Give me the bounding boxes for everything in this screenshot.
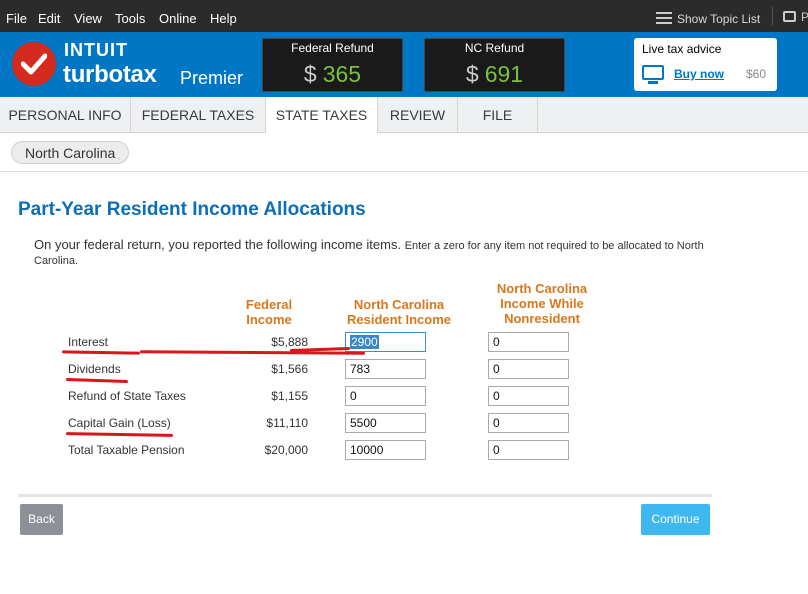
turbotax-wordmark: turbotax bbox=[63, 61, 157, 88]
row-label-total-taxable-pension: Total Taxable Pension bbox=[68, 443, 185, 457]
menu-help[interactable]: Help bbox=[210, 0, 237, 32]
content-divider bbox=[18, 494, 712, 497]
resident-input-interest[interactable]: 2900 bbox=[345, 332, 426, 352]
menu-divider bbox=[772, 7, 773, 25]
state-pill-north-carolina[interactable]: North Carolina bbox=[11, 141, 130, 164]
currency-symbol: $ bbox=[303, 61, 317, 87]
back-button[interactable]: Back bbox=[20, 504, 63, 535]
federal-value-dividends: $1,566 bbox=[271, 362, 308, 376]
menu-tools[interactable]: Tools bbox=[115, 0, 145, 32]
tab-review[interactable]: REVIEW bbox=[378, 97, 458, 133]
live-tax-advice-box: Live tax advice Buy now $60 bbox=[634, 38, 777, 91]
menu-file[interactable]: File bbox=[6, 0, 27, 32]
nonresident-input-total-taxable-pension[interactable]: 0 bbox=[488, 440, 569, 460]
live-advice-price: $60 bbox=[746, 67, 767, 81]
page-title: Part-Year Resident Income Allocations bbox=[18, 199, 366, 220]
tab-state-taxes[interactable]: STATE TAXES bbox=[266, 97, 378, 134]
intro-main: On your federal return, you reported the… bbox=[34, 237, 402, 252]
row-label-capital-gain: Capital Gain (Loss) bbox=[68, 416, 171, 430]
list-icon bbox=[656, 12, 672, 24]
menu-bar: File Edit View Tools Online Help Show To… bbox=[0, 0, 808, 32]
federal-value-interest: $5,888 bbox=[271, 335, 308, 349]
tab-federal-taxes[interactable]: FEDERAL TAXES bbox=[131, 97, 266, 133]
state-refund-amount: 691 bbox=[484, 61, 524, 87]
column-header-resident-income: North Carolina Resident Income bbox=[346, 297, 452, 327]
show-topic-list-button[interactable]: Show Topic List bbox=[656, 0, 760, 32]
show-topic-list-label: Show Topic List bbox=[677, 12, 761, 26]
continue-button[interactable]: Continue bbox=[641, 504, 710, 535]
resident-input-capital-gain[interactable]: 5500 bbox=[345, 413, 426, 433]
row-label-dividends: Dividends bbox=[68, 362, 121, 376]
nonresident-input-capital-gain[interactable]: 0 bbox=[488, 413, 569, 433]
turbotax-checkmark-logo bbox=[12, 42, 56, 86]
column-header-nonresident-income: North Carolina Income While Nonresident bbox=[496, 281, 588, 326]
state-refund-label: NC Refund bbox=[464, 41, 525, 55]
print-icon[interactable] bbox=[783, 11, 796, 22]
main-tabs: PERSONAL INFO FEDERAL TAXES STATE TAXES … bbox=[0, 97, 808, 134]
resident-value-interest: 2900 bbox=[350, 335, 379, 349]
column-header-federal-income: Federal Income bbox=[245, 297, 293, 327]
resident-input-total-taxable-pension[interactable]: 10000 bbox=[345, 440, 426, 460]
nonresident-input-dividends[interactable]: 0 bbox=[488, 359, 569, 379]
state-refund-amount-row: $691 bbox=[425, 61, 564, 88]
tab-personal-info[interactable]: PERSONAL INFO bbox=[0, 97, 131, 133]
federal-value-refund-of-state-taxes: $1,155 bbox=[271, 389, 308, 403]
federal-value-total-taxable-pension: $20,000 bbox=[264, 443, 308, 457]
menu-view[interactable]: View bbox=[74, 0, 102, 32]
annotation-underline-interest bbox=[61, 350, 141, 355]
brand-header: INTUIT turbotax Premier Federal Refund $… bbox=[0, 32, 808, 97]
state-refund-meter: NC Refund $691 bbox=[424, 38, 565, 92]
federal-refund-amount: 365 bbox=[322, 61, 362, 87]
annotation-underline-interest-extension bbox=[139, 350, 366, 355]
nonresident-input-interest[interactable]: 0 bbox=[488, 332, 569, 352]
annotation-underline-dividends bbox=[65, 377, 129, 384]
row-label-refund-of-state-taxes: Refund of State Taxes bbox=[68, 389, 186, 403]
row-label-interest: Interest bbox=[68, 335, 109, 349]
resident-input-refund-of-state-taxes[interactable]: 0 bbox=[345, 386, 426, 406]
currency-symbol: $ bbox=[465, 61, 479, 87]
annotation-underline-capital-gain bbox=[65, 432, 174, 437]
print-label[interactable]: P bbox=[801, 11, 808, 23]
live-tax-advice-title: Live tax advice bbox=[642, 42, 722, 56]
federal-refund-meter: Federal Refund $365 bbox=[262, 38, 403, 92]
menu-edit[interactable]: Edit bbox=[38, 0, 60, 32]
federal-refund-amount-row: $365 bbox=[263, 61, 402, 88]
nonresident-input-refund-of-state-taxes[interactable]: 0 bbox=[488, 386, 569, 406]
edition-label: Premier bbox=[180, 68, 244, 88]
resident-input-dividends[interactable]: 783 bbox=[345, 359, 426, 379]
intuit-wordmark: INTUIT bbox=[64, 40, 128, 60]
intro-text: On your federal return, you reported the… bbox=[34, 238, 704, 268]
federal-refund-label: Federal Refund bbox=[291, 41, 374, 55]
menu-online[interactable]: Online bbox=[159, 0, 197, 32]
buy-now-link[interactable]: Buy now bbox=[674, 67, 724, 81]
tab-file[interactable]: FILE bbox=[458, 97, 538, 133]
state-selector-bar: North Carolina bbox=[0, 133, 808, 172]
computer-icon bbox=[642, 65, 664, 84]
federal-value-capital-gain: $11,110 bbox=[266, 416, 308, 430]
